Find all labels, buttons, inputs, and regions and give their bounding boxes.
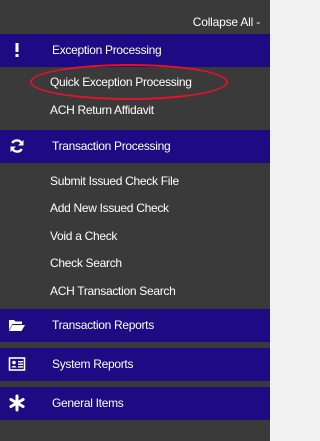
section-transaction-processing[interactable]: Transaction Processing bbox=[0, 130, 270, 163]
nav-item-quick-exception-processing[interactable]: Quick Exception Processing bbox=[50, 71, 265, 93]
collapse-all-button[interactable]: Collapse All - bbox=[0, 10, 270, 34]
refresh-icon bbox=[8, 137, 26, 155]
folder-open-icon bbox=[8, 316, 26, 334]
asterisk-icon bbox=[8, 394, 26, 412]
nav-item-submit-issued-check-file[interactable]: Submit Issued Check File bbox=[50, 170, 265, 192]
collapse-all-label: Collapse All - bbox=[192, 15, 260, 29]
section-transaction-reports[interactable]: Transaction Reports bbox=[0, 309, 270, 342]
section-system-reports[interactable]: System Reports bbox=[0, 348, 270, 381]
nav-item-add-new-issued-check[interactable]: Add New Issued Check bbox=[50, 197, 265, 219]
exclamation-icon bbox=[8, 41, 26, 59]
section-general-items[interactable]: General Items bbox=[0, 387, 270, 420]
section-label: Exception Processing bbox=[52, 43, 162, 57]
section-label: General Items bbox=[52, 396, 124, 410]
section-exception-processing[interactable]: Exception Processing bbox=[0, 34, 270, 67]
nav-item-ach-return-affidavit[interactable]: ACH Return Affidavit bbox=[50, 99, 265, 121]
section-label: System Reports bbox=[52, 357, 134, 371]
side-navigation: Collapse All - Exception Processing Quic… bbox=[0, 0, 270, 441]
section-label: Transaction Processing bbox=[52, 139, 171, 153]
nav-item-void-a-check[interactable]: Void a Check bbox=[50, 225, 265, 247]
nav-item-check-search[interactable]: Check Search bbox=[50, 252, 265, 274]
id-card-icon bbox=[8, 355, 26, 373]
nav-item-ach-transaction-search[interactable]: ACH Transaction Search bbox=[50, 280, 265, 302]
section-label: Transaction Reports bbox=[52, 318, 154, 332]
